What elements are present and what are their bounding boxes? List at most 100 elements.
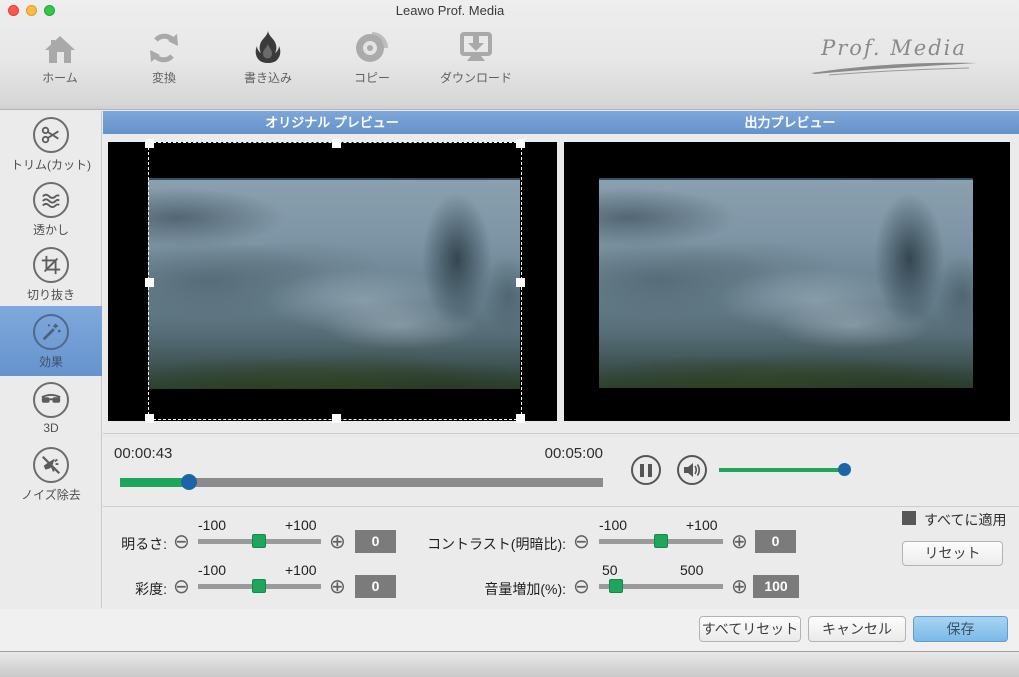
sidebar-item-watermark[interactable]: 透かし [0,176,102,241]
reset-button[interactable]: リセット [902,541,1003,566]
pause-icon [640,463,644,477]
brightness-max-label: +100 [285,517,317,533]
saturation-slider[interactable] [198,579,321,593]
prof-media-logo: Prof. Media [809,36,979,81]
current-time-label: 00:00:43 [114,445,173,462]
brightness-slider-thumb[interactable] [252,534,266,548]
sidebar-item-3d[interactable]: 3D [0,376,102,441]
crop-handle-middle-left[interactable] [145,278,154,287]
toolbar-item-label: ホーム [42,71,78,85]
output-preview-panel [564,142,1010,421]
3d-glasses-icon [33,382,69,418]
playback-progress-fill [120,478,189,487]
contrast-slider[interactable] [599,534,723,548]
toolbar-item-burn[interactable]: 書き込み [222,30,314,86]
sidebar-item-label: 3D [43,421,59,435]
logo-text: Prof. Media [821,36,967,60]
reset-all-button[interactable]: すべてリセット [699,616,801,642]
noise-removal-icon [33,447,69,483]
volume-gain-value: 100 [753,575,799,598]
status-footer [0,651,1019,677]
saturation-label: 彩度: [135,581,167,597]
brightness-value: 0 [355,530,396,553]
crop-handle-bottom-center[interactable] [332,414,341,423]
output-video-frame [599,178,973,388]
brightness-increase-button[interactable]: ⊕ [329,532,346,552]
sidebar-item-effect[interactable]: 効果 [0,306,102,376]
apply-to-all-checkbox[interactable] [902,511,916,525]
volume-gain-slider-thumb[interactable] [609,579,623,593]
sidebar-item-trim[interactable]: トリム(カット) [0,111,102,176]
crop-handle-top-right[interactable] [516,139,525,148]
contrast-increase-button[interactable]: ⊕ [731,532,748,552]
saturation-value: 0 [355,575,396,598]
original-preview-panel [108,139,557,423]
playback-progress-thumb[interactable] [181,474,197,490]
toolbar-item-convert[interactable]: 変換 [118,30,210,86]
volume-slider-thumb[interactable] [838,463,851,476]
output-preview-title: 出力プレビュー [744,115,836,130]
contrast-value: 0 [755,530,796,553]
total-time-label: 00:05:00 [544,445,603,462]
volume-slider[interactable] [719,468,846,472]
crop-handle-middle-right[interactable] [516,278,525,287]
volume-gain-increase-button[interactable]: ⊕ [731,577,748,597]
volume-button[interactable] [677,455,707,485]
sidebar-item-label: 効果 [38,355,63,369]
sidebar-item-label: ノイズ除去 [21,488,81,502]
save-button[interactable]: 保存 [913,616,1008,642]
scissors-icon [33,117,69,153]
logo-underline-swoosh [811,62,977,76]
toolbar-item-label: 書き込み [243,71,292,85]
apply-to-all-label: すべてに適用 [924,512,1007,528]
divider [103,433,1019,434]
watermark-waves-icon [33,182,69,218]
brightness-slider[interactable] [198,534,321,548]
toolbar-item-home[interactable]: ホーム [14,30,106,86]
contrast-slider-thumb[interactable] [654,534,668,548]
crop-handle-top-center[interactable] [332,139,341,148]
sidebar-item-noise-removal[interactable]: ノイズ除去 [0,441,102,506]
sidebar: トリム(カット) 透かし 切り抜き 効果 3D ノイズ除去 [0,111,102,608]
speaker-icon [684,463,701,477]
contrast-decrease-button[interactable]: ⊖ [573,532,590,552]
brightness-decrease-button[interactable]: ⊖ [173,532,190,552]
effect-wand-icon [33,314,69,350]
top-chrome: Leawo Prof. Media ホーム 変換 書き込み コピー ダウンロード… [0,0,1019,110]
saturation-max-label: +100 [285,562,317,578]
divider [103,506,1019,507]
app-window: Leawo Prof. Media ホーム 変換 書き込み コピー ダウンロード… [0,0,1019,677]
window-title: Leawo Prof. Media [395,3,505,18]
sidebar-item-label: 切り抜き [26,288,75,302]
effects-main-panel: オリジナル プレビュー 出力プレビュー 00:00:43 00:05:00 明る… [103,111,1019,608]
preview-header-bar: オリジナル プレビュー 出力プレビュー [103,111,1019,134]
crop-handle-bottom-left[interactable] [145,414,154,423]
crop-handle-bottom-right[interactable] [516,414,525,423]
home-icon [14,30,106,64]
saturation-slider-thumb[interactable] [252,579,266,593]
crop-handle-top-left[interactable] [145,139,154,148]
contrast-min-label: -100 [599,517,628,533]
contrast-label: コントラスト(明暗比): [427,536,566,552]
toolbar-item-label: ダウンロード [439,71,512,85]
volume-gain-decrease-button[interactable]: ⊖ [573,577,590,597]
copy-icon [326,30,418,64]
playback-progress-bar[interactable] [120,474,603,490]
volume-gain-slider[interactable] [599,579,723,593]
bottom-action-bar: すべてリセット キャンセル 保存 [0,609,1019,651]
pause-button[interactable] [631,455,661,485]
volume-gain-max-label: 500 [680,562,704,578]
original-preview-title: オリジナル プレビュー [265,115,399,130]
contrast-max-label: +100 [686,517,718,533]
volume-gain-label: 音量増加(%): [484,581,566,597]
sidebar-item-label: トリム(カット) [11,158,91,172]
convert-icon [118,30,210,64]
cancel-button[interactable]: キャンセル [808,616,906,642]
saturation-increase-button[interactable]: ⊕ [329,577,346,597]
volume-gain-min-label: 50 [602,562,618,578]
crop-selection-marquee[interactable] [145,139,525,423]
toolbar-item-download[interactable]: ダウンロード [430,30,522,86]
sidebar-item-crop[interactable]: 切り抜き [0,241,102,306]
saturation-decrease-button[interactable]: ⊖ [173,577,190,597]
toolbar-item-copy[interactable]: コピー [326,30,418,86]
